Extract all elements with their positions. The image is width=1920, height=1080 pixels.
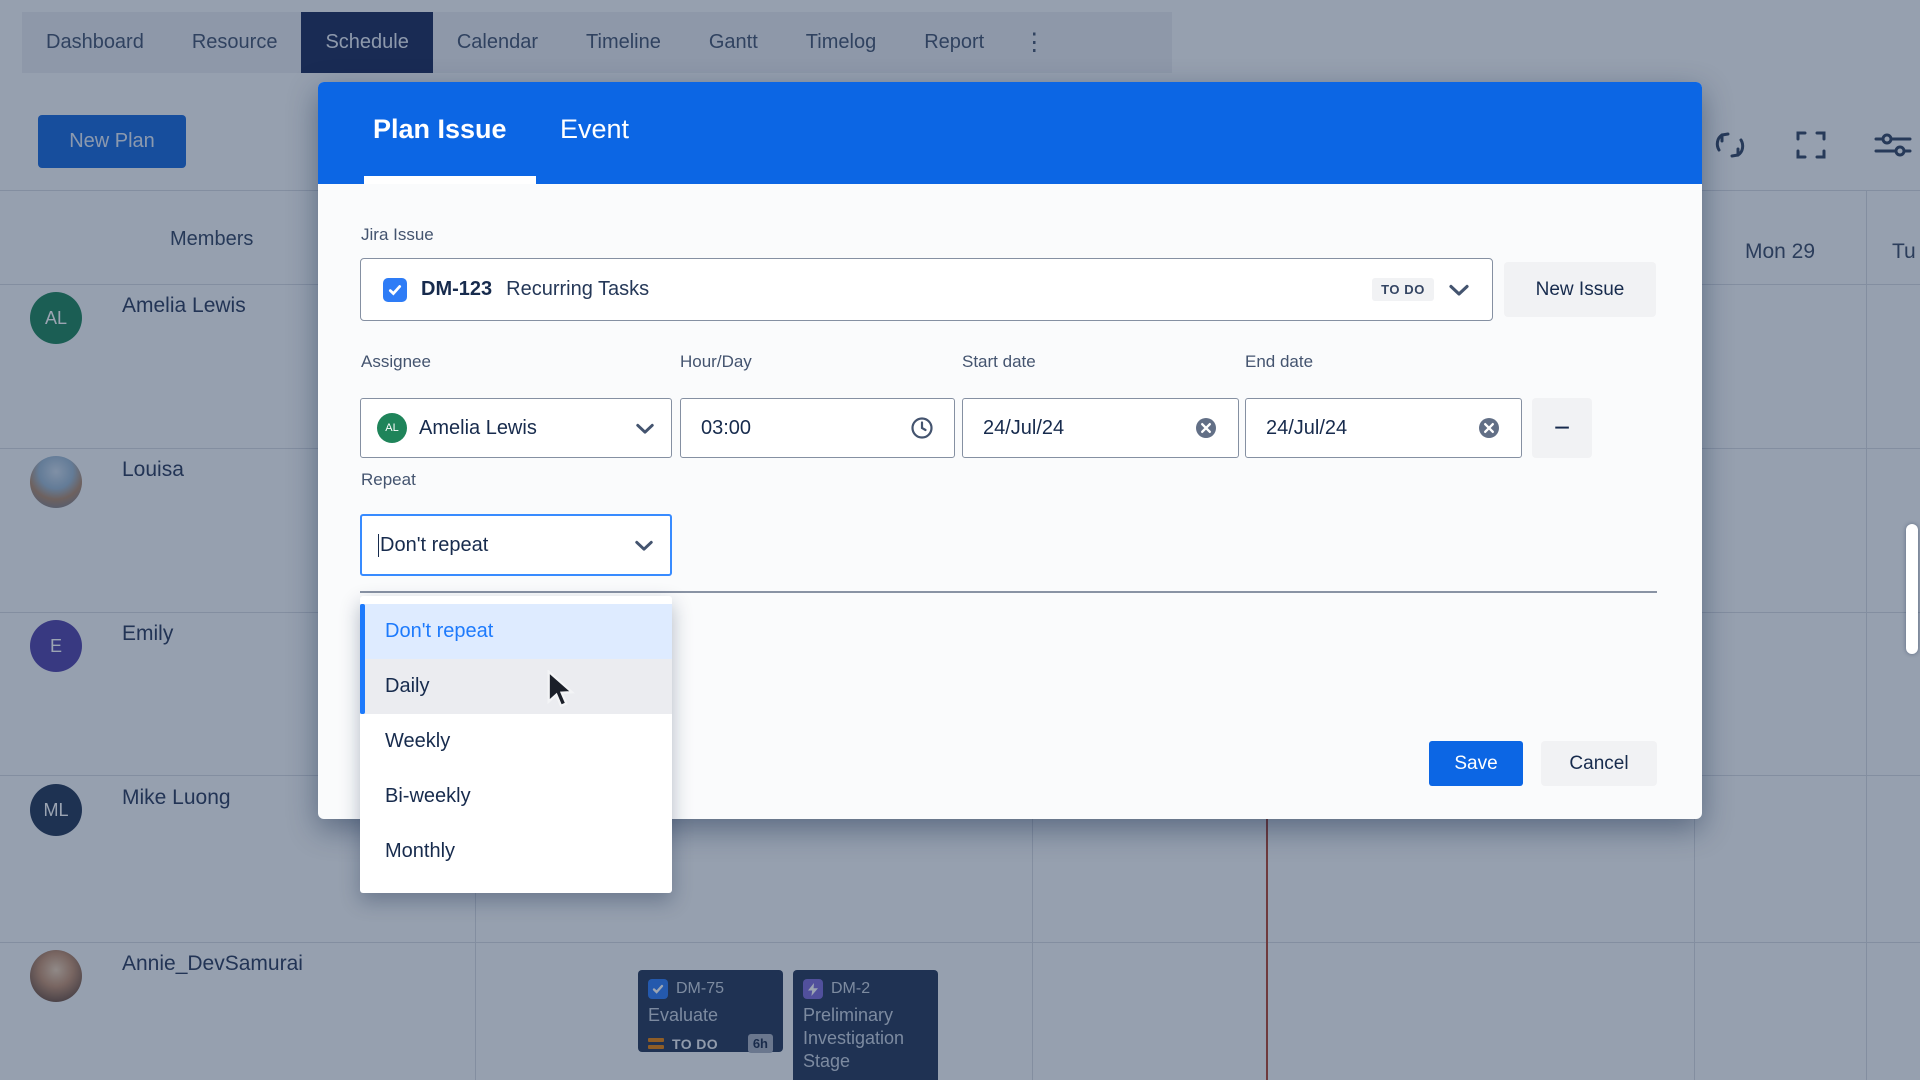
option-bi-weekly[interactable]: Bi-weekly	[360, 769, 672, 824]
assignee-label: Assignee	[361, 352, 431, 372]
chevron-down-icon[interactable]	[635, 422, 655, 435]
hour-per-day-input[interactable]: 03:00	[680, 398, 955, 458]
assignee-value: Amelia Lewis	[419, 417, 537, 440]
tab-plan-issue[interactable]: Plan Issue	[373, 82, 507, 176]
option-daily[interactable]: Daily	[360, 659, 672, 714]
clock-icon	[910, 416, 934, 440]
issue-key: DM-123	[421, 278, 492, 301]
scrollbar-thumb[interactable]	[1906, 524, 1918, 654]
end-date-input[interactable]: 24/Jul/24	[1245, 398, 1522, 458]
jira-issue-label: Jira Issue	[361, 225, 434, 245]
section-divider	[360, 591, 1657, 593]
active-tab-indicator	[364, 176, 536, 184]
chevron-down-icon[interactable]	[634, 539, 654, 552]
cancel-button[interactable]: Cancel	[1541, 741, 1657, 786]
repeat-select[interactable]: Don't repeat	[360, 514, 672, 576]
option-monthly[interactable]: Monthly	[360, 824, 672, 879]
avatar: AL	[377, 413, 407, 443]
dropdown-selection-bar	[360, 604, 365, 714]
chevron-down-icon[interactable]	[1448, 283, 1470, 297]
remove-row-button[interactable]: −	[1532, 398, 1592, 458]
issue-summary: Recurring Tasks	[506, 278, 649, 301]
end-date-label: End date	[1245, 352, 1313, 372]
option-dont-repeat[interactable]: Don't repeat	[360, 604, 672, 659]
hour-per-day-label: Hour/Day	[680, 352, 752, 372]
new-issue-button[interactable]: New Issue	[1504, 262, 1656, 317]
app-root: Dashboard Resource Schedule Calendar Tim…	[0, 0, 1920, 1080]
start-date-value: 24/Jul/24	[983, 417, 1064, 440]
hour-per-day-value: 03:00	[701, 417, 751, 440]
modal-header: Plan Issue Event	[318, 82, 1702, 184]
repeat-dropdown-menu: Don't repeat Daily Weekly Bi-weekly Mont…	[360, 596, 672, 893]
jira-issue-select[interactable]: DM-123 Recurring Tasks TO DO	[360, 258, 1493, 321]
task-check-icon	[383, 278, 407, 302]
clear-icon[interactable]	[1194, 416, 1218, 440]
assignee-select[interactable]: AL Amelia Lewis	[360, 398, 672, 458]
save-button[interactable]: Save	[1429, 741, 1523, 786]
mouse-cursor-icon	[545, 670, 579, 715]
option-weekly[interactable]: Weekly	[360, 714, 672, 769]
repeat-value: Don't repeat	[378, 534, 488, 557]
tab-event[interactable]: Event	[560, 82, 629, 176]
status-badge: TO DO	[1372, 278, 1434, 301]
clear-icon[interactable]	[1477, 416, 1501, 440]
end-date-value: 24/Jul/24	[1266, 417, 1347, 440]
repeat-label: Repeat	[361, 470, 416, 490]
start-date-label: Start date	[962, 352, 1036, 372]
start-date-input[interactable]: 24/Jul/24	[962, 398, 1239, 458]
